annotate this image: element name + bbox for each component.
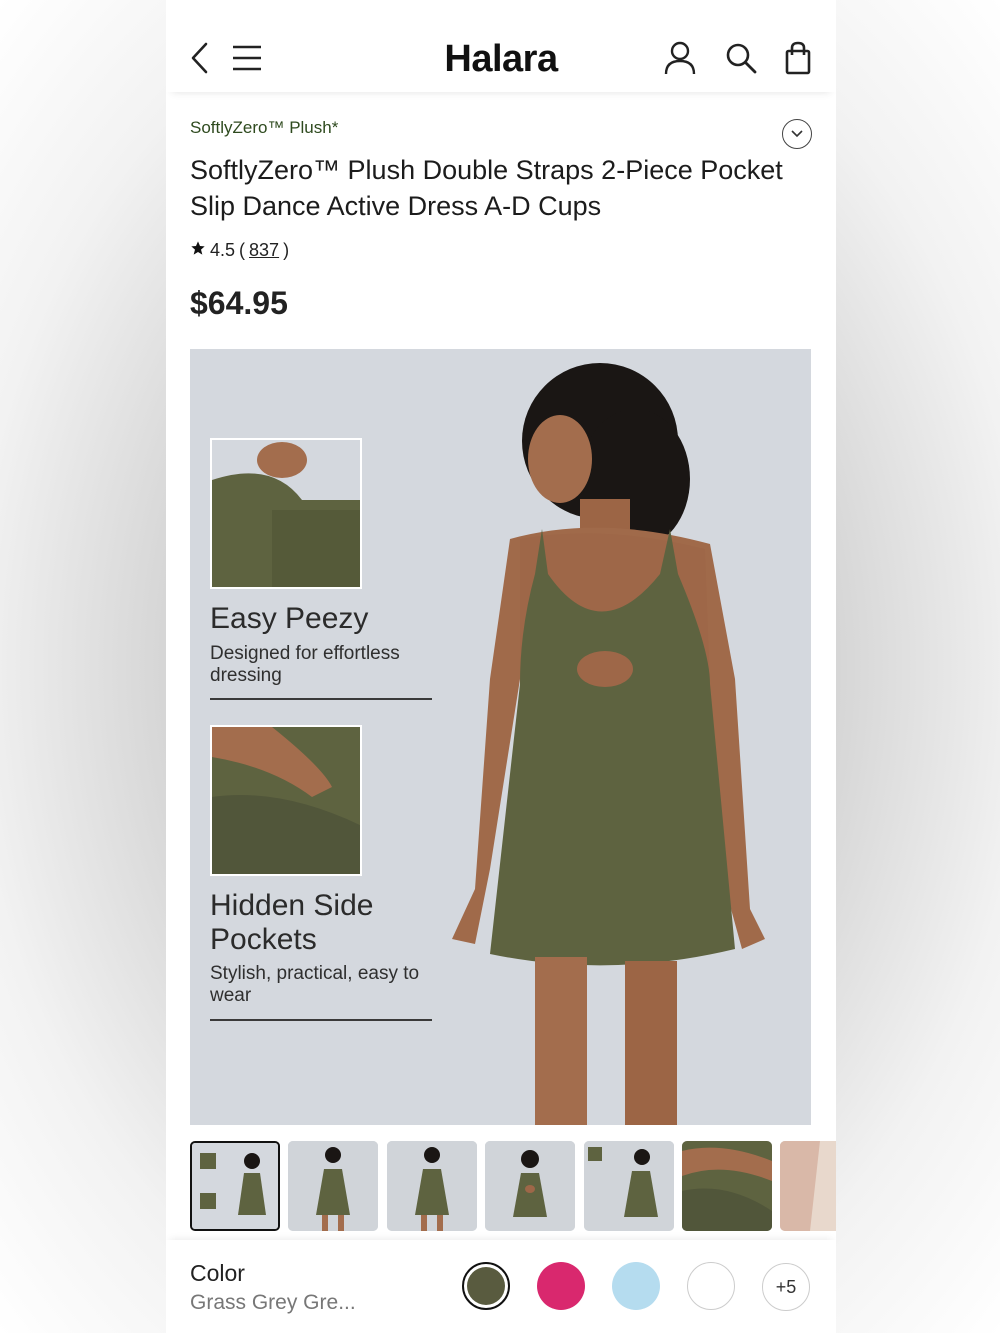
rating-paren-open: ( [239, 240, 246, 260]
swatch-white[interactable] [687, 1262, 735, 1310]
review-count-link[interactable]: 837 [249, 240, 279, 261]
account-icon[interactable] [662, 40, 698, 76]
top-nav-bar: Halara [166, 0, 836, 92]
product-title: SoftlyZero™ Plush Double Straps 2-Piece … [190, 155, 783, 221]
feature-title-1: Easy Peezy [210, 602, 369, 635]
search-icon[interactable] [723, 40, 759, 76]
collapse-toggle-button[interactable] [782, 119, 812, 149]
thumbnail-3[interactable] [387, 1141, 477, 1231]
product-brand-link[interactable]: SoftlyZero™ Plush* [190, 118, 338, 138]
feature-title-2: Hidden Side Pockets [210, 889, 374, 956]
main-product-image[interactable]: Easy Peezy Designed for effortless dress… [190, 349, 811, 1125]
divider [210, 698, 432, 700]
feature-desc-1: Designed for effortless dressing [210, 643, 400, 686]
color-selector: Color Grass Grey Gre... +5 [166, 1240, 836, 1333]
product-page: Halara SoftlyZero™ Plush* SoftlyZero™ Pl… [166, 0, 836, 1333]
thumbnail-strip[interactable] [190, 1141, 836, 1231]
thumbnail-6[interactable] [682, 1141, 772, 1231]
feature-thumb-hidden-pockets [210, 725, 362, 876]
thumbnail-7[interactable] [780, 1141, 836, 1231]
star-icon [190, 240, 206, 261]
thumbnail-4[interactable] [485, 1141, 575, 1231]
swatch-light-blue[interactable] [612, 1262, 660, 1310]
product-price: $64.95 [190, 285, 288, 321]
selected-color-name: Grass Grey Gre... [190, 1291, 356, 1314]
shopping-bag-icon[interactable] [780, 40, 816, 76]
swatch-grass-grey[interactable] [462, 1262, 510, 1310]
divider [210, 1019, 432, 1021]
more-colors-button[interactable]: +5 [762, 1263, 810, 1311]
product-rating[interactable]: 4.5 ( 837 ) [190, 240, 289, 261]
swatch-pink[interactable] [537, 1262, 585, 1310]
rating-paren-close: ) [283, 240, 290, 260]
thumbnail-1[interactable] [190, 1141, 280, 1231]
chevron-down-icon [791, 125, 803, 143]
thumbnail-5[interactable] [584, 1141, 674, 1231]
color-label: Color [190, 1260, 245, 1286]
feature-desc-2: Stylish, practical, easy to wear [210, 963, 420, 1006]
thumbnail-2[interactable] [288, 1141, 378, 1231]
feature-thumb-easy-peezy [210, 438, 362, 589]
rating-value: 4.5 [210, 240, 236, 260]
